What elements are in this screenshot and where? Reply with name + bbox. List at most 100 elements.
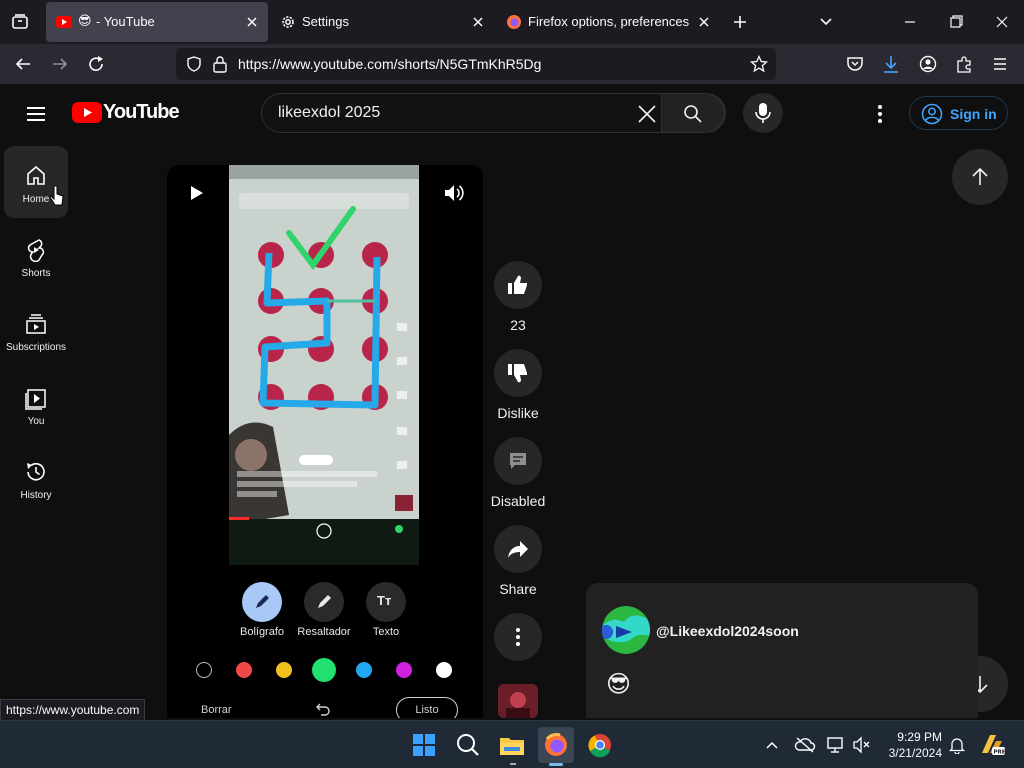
guide-item-shorts[interactable]: Shorts bbox=[4, 220, 68, 292]
taskbar-clock[interactable]: 9:29 PM 3/21/2024 bbox=[878, 729, 942, 761]
search-taskbar-icon[interactable] bbox=[450, 727, 486, 763]
dislike-button[interactable] bbox=[494, 349, 542, 397]
done-label: Listo bbox=[415, 704, 439, 716]
restore-icon[interactable] bbox=[942, 8, 970, 36]
guide-item-home[interactable]: Home bbox=[4, 146, 68, 218]
url-bar[interactable]: https://www.youtube.com/shorts/N5GTmKhR5… bbox=[176, 48, 776, 80]
onedrive-offline-icon[interactable] bbox=[794, 736, 816, 754]
chevron-down-icon[interactable] bbox=[816, 12, 836, 32]
copilot-preview-icon[interactable]: PRE bbox=[978, 731, 1006, 759]
firefox-taskbar-icon[interactable] bbox=[538, 727, 574, 763]
search-input[interactable] bbox=[278, 94, 628, 132]
tray-chevron-up-icon[interactable] bbox=[764, 737, 780, 753]
account-icon[interactable] bbox=[919, 55, 937, 73]
sound-thumbnail[interactable] bbox=[498, 684, 538, 718]
guide-menu-icon[interactable] bbox=[24, 102, 48, 126]
clear-search-icon[interactable] bbox=[636, 103, 658, 125]
minimize-icon[interactable] bbox=[896, 8, 924, 36]
tab-title: Settings bbox=[302, 14, 349, 29]
running-indicator bbox=[510, 763, 516, 765]
close-icon[interactable] bbox=[470, 14, 486, 30]
home-icon bbox=[24, 164, 48, 188]
network-icon[interactable] bbox=[826, 736, 846, 754]
color-swatch-blue[interactable] bbox=[356, 662, 372, 678]
hamburger-menu-icon[interactable] bbox=[991, 55, 1009, 73]
youtube-logo[interactable] bbox=[72, 102, 102, 123]
comment-text: 😎 bbox=[606, 671, 632, 698]
more-actions[interactable] bbox=[486, 613, 550, 661]
comments-button[interactable] bbox=[494, 437, 542, 485]
file-explorer-icon[interactable] bbox=[494, 727, 530, 763]
guide-item-label: Subscriptions bbox=[5, 342, 67, 353]
tab-list-icon[interactable] bbox=[10, 12, 30, 32]
url-text[interactable]: https://www.youtube.com/shorts/N5GTmKhR5… bbox=[238, 56, 541, 72]
tool-highlighter[interactable] bbox=[304, 582, 344, 622]
youtube-masthead: YouTube Sign in bbox=[0, 84, 1024, 144]
color-swatch-black[interactable] bbox=[196, 662, 212, 678]
volume-icon[interactable] bbox=[443, 182, 465, 204]
shorts-video-player[interactable]: Bolígrafo Resaltador Tт Texto Borrar Lis… bbox=[167, 165, 483, 718]
voice-search-button[interactable] bbox=[743, 93, 783, 133]
undo-icon[interactable] bbox=[316, 702, 330, 716]
color-swatch-red[interactable] bbox=[236, 662, 252, 678]
tab-title: Firefox options, preferences and bbox=[528, 14, 693, 29]
search-icon bbox=[683, 104, 703, 124]
tool-text[interactable]: Tт bbox=[366, 582, 406, 622]
tab-youtube[interactable]: 😎 - YouTube bbox=[46, 2, 268, 42]
window-close-icon[interactable] bbox=[988, 8, 1016, 36]
video-frame-phone-screen bbox=[229, 165, 419, 565]
extensions-icon[interactable] bbox=[955, 55, 973, 73]
like-button[interactable] bbox=[494, 261, 542, 309]
guide-item-subscriptions[interactable]: Subscriptions bbox=[4, 294, 68, 366]
close-icon[interactable] bbox=[696, 14, 712, 30]
lock-icon[interactable] bbox=[212, 55, 228, 73]
more-options-icon[interactable] bbox=[870, 102, 890, 126]
reload-icon[interactable] bbox=[87, 55, 105, 73]
commenter-handle[interactable]: @Likeexdol2024soon bbox=[656, 623, 799, 639]
clock-date: 3/21/2024 bbox=[888, 746, 942, 760]
active-indicator bbox=[549, 763, 563, 766]
downloads-icon[interactable] bbox=[882, 54, 900, 74]
tab-firefox-options[interactable]: Firefox options, preferences and bbox=[498, 2, 720, 42]
close-icon[interactable] bbox=[244, 14, 260, 30]
previous-video-button[interactable] bbox=[952, 149, 1008, 205]
color-swatch-white[interactable] bbox=[436, 662, 452, 678]
color-swatch-green[interactable] bbox=[312, 658, 336, 682]
share-action[interactable]: Share bbox=[486, 525, 550, 597]
tab-title: - YouTube bbox=[96, 14, 155, 29]
color-swatch-yellow[interactable] bbox=[276, 662, 292, 678]
forward-arrow-icon[interactable] bbox=[51, 55, 69, 73]
volume-muted-icon[interactable] bbox=[852, 736, 872, 754]
guide-item-you[interactable]: You bbox=[4, 368, 68, 440]
notification-bell-icon[interactable] bbox=[948, 736, 966, 754]
browser-tab-strip: 😎 - YouTube Settings Firefox options, pr… bbox=[0, 0, 1024, 44]
tracking-shield-icon[interactable] bbox=[186, 56, 202, 72]
more-actions-button[interactable] bbox=[494, 613, 542, 661]
share-button[interactable] bbox=[494, 525, 542, 573]
comments-action[interactable]: Disabled bbox=[486, 437, 550, 509]
youtube-logo-text[interactable]: YouTube bbox=[103, 101, 180, 124]
chrome-taskbar-icon[interactable] bbox=[582, 727, 618, 763]
thumbs-up-icon bbox=[508, 275, 527, 294]
back-arrow-icon[interactable] bbox=[14, 55, 32, 73]
arrow-up-icon bbox=[968, 165, 992, 189]
search-button[interactable] bbox=[661, 93, 725, 133]
pocket-icon[interactable] bbox=[846, 55, 864, 73]
microphone-icon bbox=[755, 102, 771, 124]
new-tab-icon[interactable] bbox=[730, 12, 750, 32]
tool-pen[interactable] bbox=[242, 582, 282, 622]
comment-card: @Likeexdol2024soon 😎 bbox=[586, 583, 978, 718]
done-button[interactable]: Listo bbox=[396, 697, 458, 718]
bookmark-star-icon[interactable] bbox=[750, 55, 768, 73]
tab-settings[interactable]: Settings bbox=[272, 2, 494, 42]
guide-item-history[interactable]: History bbox=[4, 442, 68, 514]
like-action[interactable]: 23 bbox=[486, 261, 550, 333]
windows-start-icon[interactable] bbox=[406, 727, 442, 763]
color-swatch-purple[interactable] bbox=[396, 662, 412, 678]
erase-button[interactable]: Borrar bbox=[201, 704, 232, 716]
subscriptions-icon bbox=[24, 312, 48, 336]
play-icon[interactable] bbox=[187, 184, 205, 202]
sign-in-button[interactable]: Sign in bbox=[909, 96, 1008, 130]
commenter-avatar[interactable] bbox=[602, 606, 650, 654]
dislike-action[interactable]: Dislike bbox=[486, 349, 550, 421]
